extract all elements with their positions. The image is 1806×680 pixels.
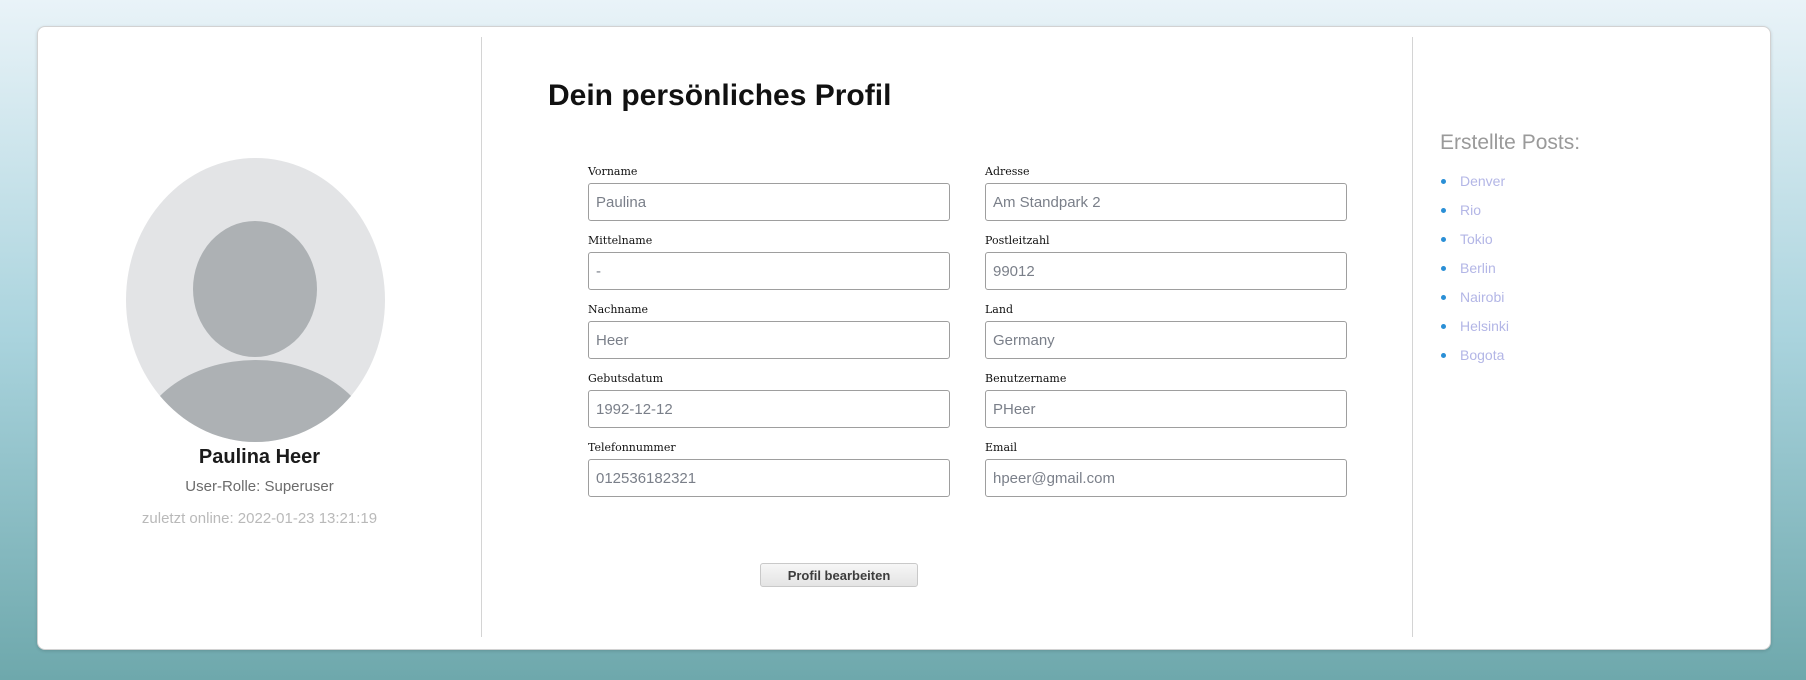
- avatar-shoulders: [136, 360, 375, 442]
- geburtsdatum-field[interactable]: [588, 390, 950, 428]
- post-item: Bogota: [1440, 345, 1509, 374]
- mittelname-field[interactable]: [588, 252, 950, 290]
- page-title: Dein persönliches Profil: [548, 79, 892, 112]
- post-item: Tokio: [1440, 229, 1509, 258]
- post-link[interactable]: Tokio: [1460, 231, 1493, 247]
- bullet-icon: [1441, 266, 1446, 271]
- avatar-placeholder-icon: [126, 158, 385, 442]
- telefon-field[interactable]: [588, 459, 950, 497]
- right-divider: [1412, 37, 1413, 637]
- vorname-field[interactable]: [588, 183, 950, 221]
- posts-heading: Erstellte Posts:: [1440, 131, 1581, 154]
- post-link[interactable]: Nairobi: [1460, 289, 1504, 305]
- profile-card: Paulina Heer User-Rolle: Superuser zulet…: [37, 26, 1771, 650]
- post-item: Denver: [1440, 171, 1509, 200]
- nachname-field[interactable]: [588, 321, 950, 359]
- bullet-icon: [1441, 295, 1446, 300]
- vorname-label: Vorname: [588, 165, 638, 178]
- post-link[interactable]: Berlin: [1460, 260, 1496, 276]
- mittelname-label: Mittelname: [588, 234, 653, 247]
- nachname-label: Nachname: [588, 303, 649, 316]
- posts-list: Denver Rio Tokio Berlin Nairobi Helsinki…: [1440, 171, 1509, 374]
- post-item: Helsinki: [1440, 316, 1509, 345]
- benutzername-label: Benutzername: [985, 372, 1067, 385]
- avatar-head: [193, 221, 317, 357]
- post-item: Rio: [1440, 200, 1509, 229]
- benutzername-field[interactable]: [985, 390, 1347, 428]
- post-item: Berlin: [1440, 258, 1509, 287]
- bullet-icon: [1441, 179, 1446, 184]
- telefon-label: Telefonnummer: [588, 441, 676, 454]
- post-link[interactable]: Rio: [1460, 202, 1481, 218]
- land-field[interactable]: [985, 321, 1347, 359]
- user-name: Paulina Heer: [198, 446, 321, 468]
- edit-profile-button[interactable]: Profil bearbeiten: [760, 563, 918, 587]
- last-online-timestamp: zuletzt online: 2022-01-23 13:21:19: [141, 510, 378, 527]
- adresse-label: Adresse: [985, 165, 1030, 178]
- user-role: User-Rolle: Superuser: [185, 478, 334, 495]
- left-divider: [481, 37, 482, 637]
- bullet-icon: [1441, 324, 1446, 329]
- bullet-icon: [1441, 208, 1446, 213]
- land-label: Land: [985, 303, 1013, 316]
- bullet-icon: [1441, 237, 1446, 242]
- post-link[interactable]: Bogota: [1460, 347, 1504, 363]
- post-link[interactable]: Helsinki: [1460, 318, 1509, 334]
- post-item: Nairobi: [1440, 287, 1509, 316]
- postleitzahl-label: Postleitzahl: [985, 234, 1050, 247]
- post-link[interactable]: Denver: [1460, 173, 1505, 189]
- adresse-field[interactable]: [985, 183, 1347, 221]
- bullet-icon: [1441, 353, 1446, 358]
- postleitzahl-field[interactable]: [985, 252, 1347, 290]
- geburtsdatum-label: Gebutsdatum: [588, 372, 664, 385]
- email-label: Email: [985, 441, 1018, 454]
- email-field[interactable]: [985, 459, 1347, 497]
